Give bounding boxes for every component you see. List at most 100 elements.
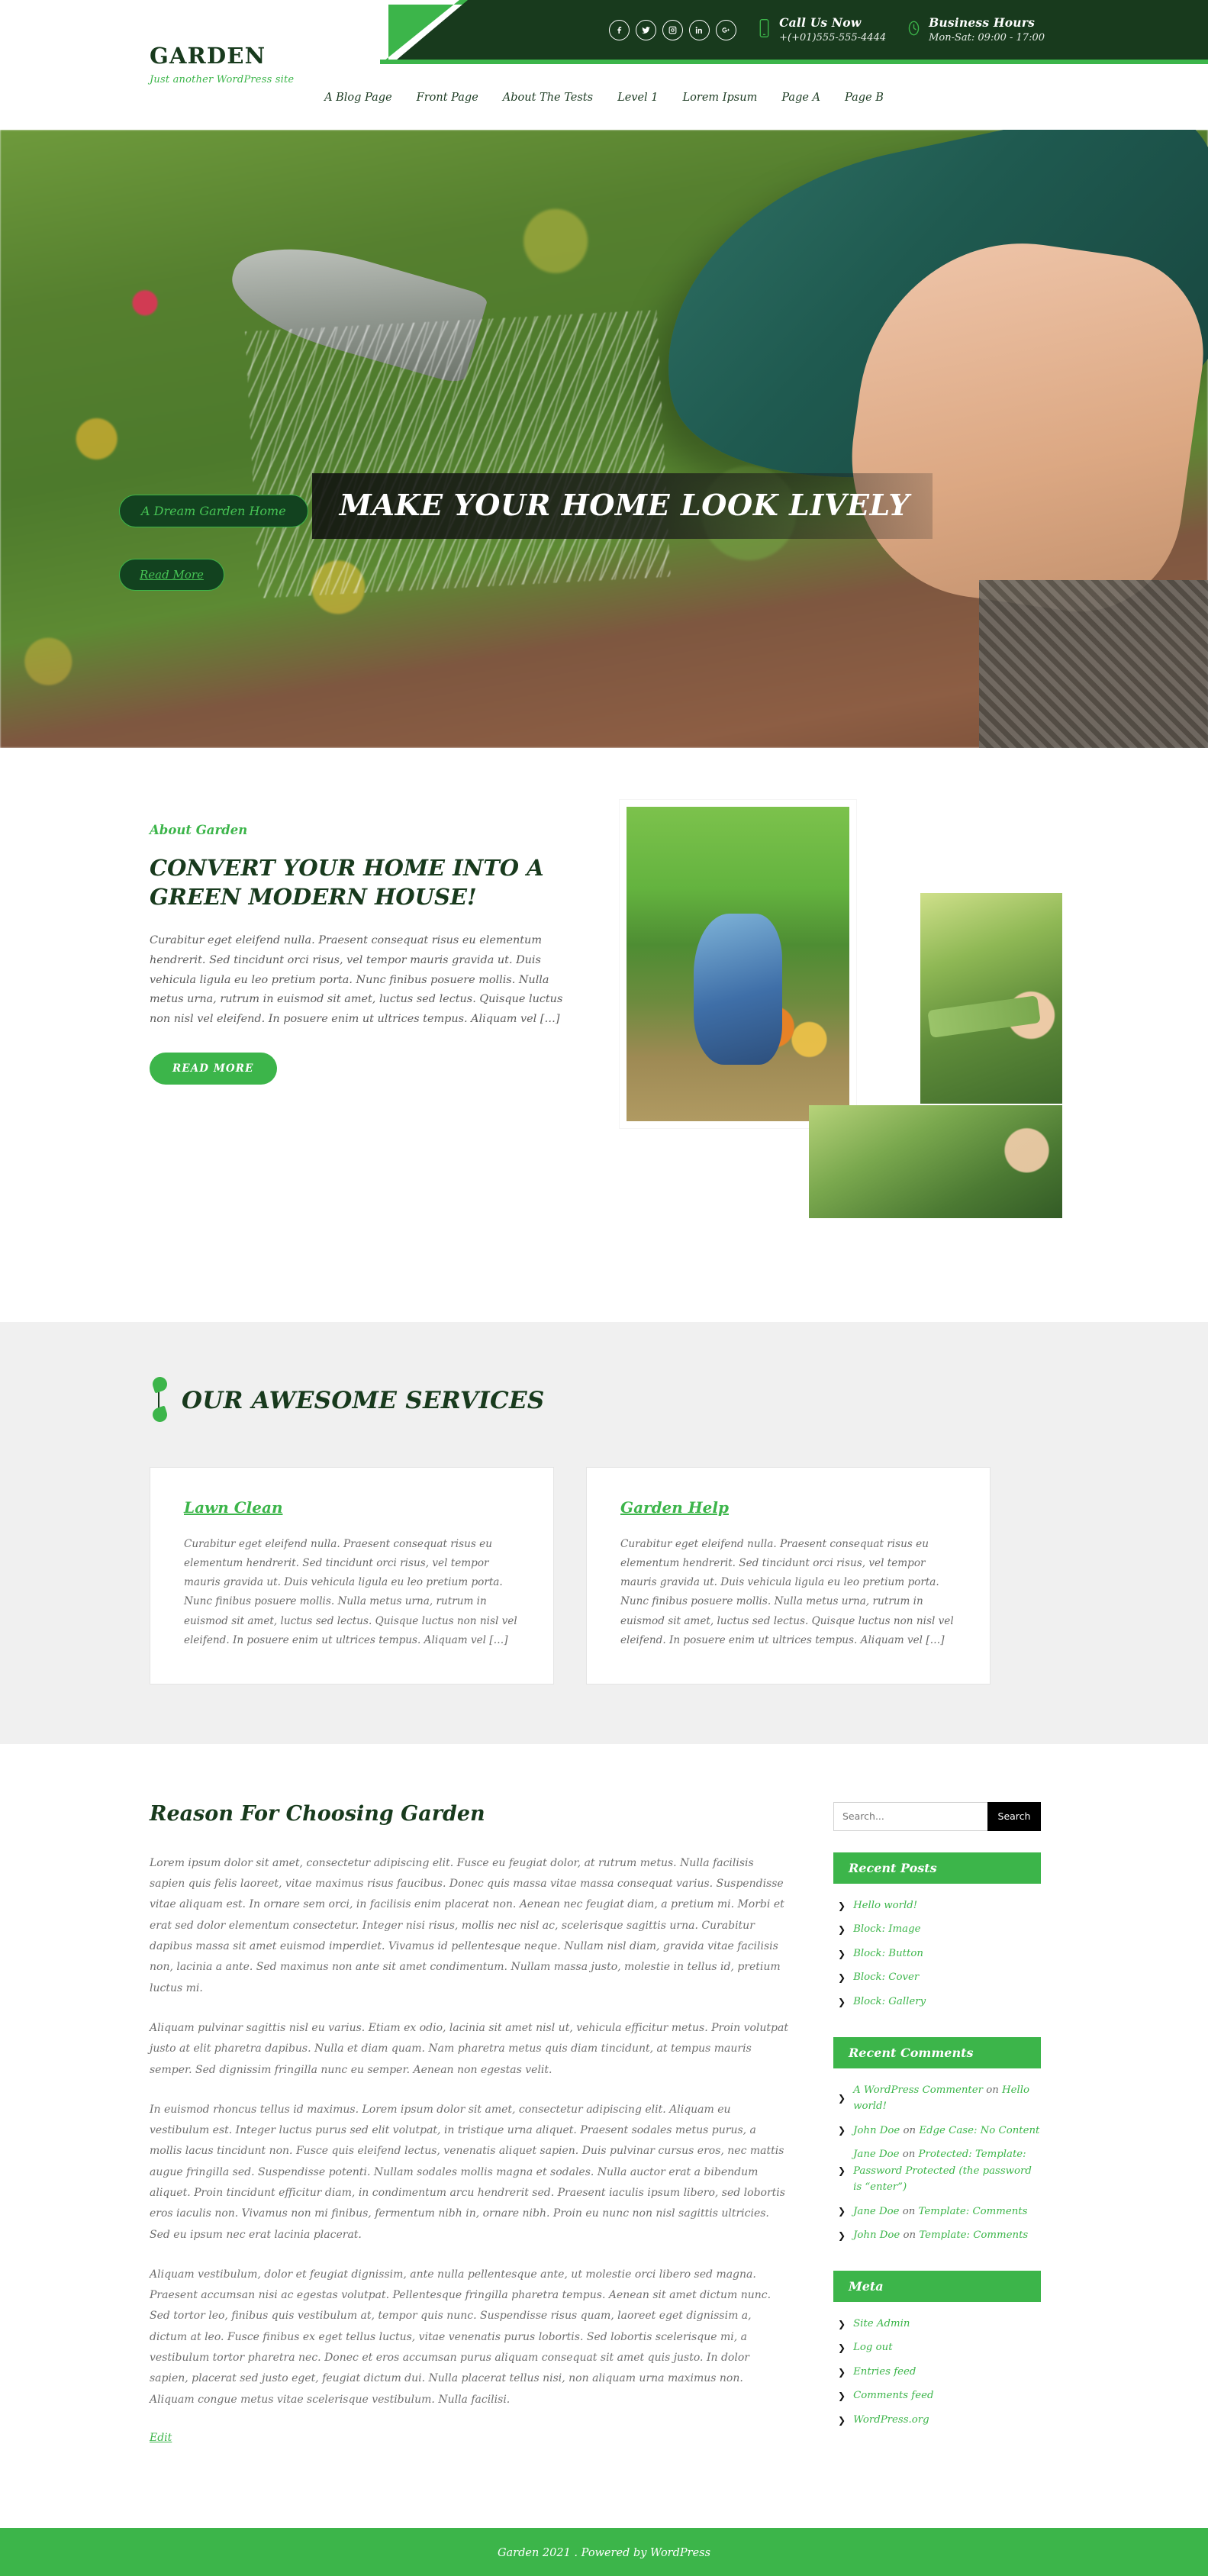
recent-post-link[interactable]: Block: Cover (853, 1969, 919, 1986)
list-item[interactable]: ❯ WordPress.org (833, 2408, 1041, 2433)
business-hours-title: Business Hours (929, 15, 1036, 30)
widget-title-meta: Meta (833, 2270, 1041, 2302)
edit-post-link[interactable]: Edit (150, 2432, 172, 2444)
google-plus-icon[interactable] (716, 19, 737, 40)
list-item[interactable]: ❯ Block: Cover (833, 1965, 1041, 1990)
widget-title-recent-posts: Recent Posts (833, 1852, 1041, 1884)
about-image-gardener (620, 800, 856, 1128)
list-item[interactable]: ❯ A WordPress Commenter on Hello world! (833, 2078, 1041, 2119)
clock-icon (906, 18, 922, 41)
recent-post-link[interactable]: Block: Image (853, 1921, 920, 1938)
search-form: Search (833, 1801, 1041, 1831)
facebook-icon[interactable] (609, 19, 630, 40)
nav-item-page-b[interactable]: Page B (845, 92, 884, 104)
nav-item-front-page[interactable]: Front Page (417, 92, 478, 104)
services-section: OUR AWESOME SERVICES Lawn Clean Curabitu… (0, 1322, 1208, 1744)
chevron-right-icon: ❯ (838, 2366, 846, 2378)
meta-link-entries-feed[interactable]: Entries feed (853, 2364, 916, 2381)
meta-link-wordpress-org[interactable]: WordPress.org (853, 2412, 929, 2429)
post-paragraph: In euismod rhoncus tellus id maximus. Lo… (150, 2103, 785, 2241)
list-item[interactable]: ❯ Block: Gallery (833, 1990, 1041, 2014)
instagram-icon[interactable] (662, 19, 684, 40)
site-branding[interactable]: GARDEN Just another WordPress site (150, 43, 294, 85)
chevron-right-icon: ❯ (838, 2093, 846, 2104)
post-paragraph: Lorem ipsum dolor sit amet, consectetur … (150, 1856, 784, 1994)
meta-link-site-admin[interactable]: Site Admin (853, 2316, 910, 2333)
nav-item-lorem-ipsum[interactable]: Lorem Ipsum (683, 92, 758, 104)
comment-author-link[interactable]: Jane Doe (853, 2206, 899, 2217)
nav-item-a-blog-page[interactable]: A Blog Page (324, 92, 392, 104)
list-item[interactable]: ❯ Log out (833, 2336, 1041, 2360)
page-root: Call Us Now +(+01)555-555-4444 Business … (0, 0, 1208, 2576)
meta-link-log-out[interactable]: Log out (853, 2339, 893, 2356)
comment-post-link[interactable]: Edge Case: No Content (919, 2125, 1039, 2136)
hero-background-image (0, 130, 1208, 748)
comment-on-text: on (899, 2205, 919, 2217)
list-item[interactable]: ❯ John Doe on Edge Case: No Content (833, 2119, 1041, 2143)
comment-on-text: on (900, 2229, 920, 2242)
blog-post: Reason For Choosing Garden Lorem ipsum d… (150, 1802, 791, 2455)
hero-badge: A Dream Garden Home (119, 495, 308, 527)
linkedin-icon[interactable] (689, 19, 710, 40)
widget-title-recent-comments: Recent Comments (833, 2036, 1041, 2068)
primary-navigation: A Blog Page Front Page About The Tests L… (0, 92, 1208, 104)
twitter-icon[interactable] (636, 19, 657, 40)
list-item[interactable]: ❯ Comments feed (833, 2384, 1041, 2408)
nav-item-about-the-tests[interactable]: About The Tests (503, 92, 593, 104)
search-button[interactable]: Search (987, 1801, 1041, 1831)
about-body: Curabitur eget eleifend nulla. Praesent … (150, 934, 563, 1025)
chevron-right-icon: ❯ (838, 2229, 846, 2241)
call-us-title: Call Us Now (779, 15, 862, 30)
service-title-garden-help[interactable]: Garden Help (620, 1498, 729, 1517)
hero-title: MAKE YOUR HOME LOOK LIVELY (339, 488, 910, 522)
list-item[interactable]: ❯ Block: Button (833, 1942, 1041, 1966)
fabric-texture (979, 580, 1208, 748)
recent-post-link[interactable]: Block: Button (853, 1946, 923, 1962)
chevron-right-icon: ❯ (838, 1996, 846, 2007)
list-item[interactable]: ❯ Hello world! (833, 1894, 1041, 1918)
list-item[interactable]: ❯ Site Admin (833, 2312, 1041, 2336)
about-section: About Garden CONVERT YOUR HOME INTO A GR… (0, 748, 1208, 1322)
comment-post-link[interactable]: Template: Comments (919, 2229, 1028, 2241)
site-title: GARDEN (150, 43, 266, 69)
list-item[interactable]: ❯ Entries feed (833, 2360, 1041, 2384)
about-read-more-button[interactable]: READ MORE (150, 1052, 277, 1085)
service-body-lawn-clean: Curabitur eget eleifend nulla. Praesent … (184, 1538, 517, 1646)
service-body-garden-help: Curabitur eget eleifend nulla. Praesent … (620, 1538, 954, 1646)
about-image-hose-bottom (809, 1105, 1062, 1218)
about-heading: CONVERT YOUR HOME INTO A GREEN MODERN HO… (150, 855, 544, 910)
list-item[interactable]: ❯ Block: Image (833, 1917, 1041, 1942)
comment-author-link[interactable]: John Doe (853, 2229, 900, 2241)
content-area: Reason For Choosing Garden Lorem ipsum d… (150, 1743, 1058, 2529)
business-hours-block: Business Hours Mon-Sat: 09:00 - 17:00 (906, 15, 1045, 44)
call-us-block[interactable]: Call Us Now +(+01)555-555-4444 (756, 15, 886, 44)
comment-post-link[interactable]: Template: Comments (919, 2206, 1028, 2217)
about-kicker: About Garden (150, 823, 248, 837)
comment-author-link[interactable]: Jane Doe (853, 2149, 899, 2160)
sidebar: Search Recent Posts ❯ Hello world! ❯ Block… (833, 1801, 1041, 2455)
comment-on-text: on (982, 2084, 1003, 2096)
list-item[interactable]: ❯ Jane Doe on Template: Comments (833, 2200, 1041, 2224)
widget-recent-posts: Recent Posts ❯ Hello world! ❯ Block: Image… (833, 1852, 1041, 2014)
hero-read-more-button[interactable]: Read More (119, 559, 224, 591)
service-title-lawn-clean[interactable]: Lawn Clean (184, 1498, 282, 1517)
recent-post-link[interactable]: Hello world! (853, 1897, 917, 1914)
list-item[interactable]: ❯ Jane Doe on Protected: Template: Passw… (833, 2142, 1041, 2200)
search-input[interactable] (833, 1801, 987, 1831)
comment-author-link[interactable]: A WordPress Commenter (853, 2084, 983, 2096)
chevron-right-icon: ❯ (838, 2414, 846, 2426)
site-header: GARDEN Just another WordPress site A Blo… (0, 43, 1208, 130)
comment-on-text: on (899, 2149, 919, 2161)
mobile-phone-icon (756, 18, 772, 41)
post-paragraph: Aliquam pulvinar sagittis nisl eu varius… (150, 2021, 788, 2076)
recent-post-link[interactable]: Block: Gallery (853, 1994, 926, 2010)
nav-item-page-a[interactable]: Page A (781, 92, 820, 104)
list-item[interactable]: ❯ John Doe on Template: Comments (833, 2223, 1041, 2248)
chevron-right-icon: ❯ (838, 2206, 846, 2217)
chevron-right-icon: ❯ (838, 2318, 846, 2329)
widget-recent-comments: Recent Comments ❯ A WordPress Commenter … (833, 2036, 1041, 2248)
about-image-hose-top (920, 893, 1062, 1104)
comment-author-link[interactable]: John Doe (853, 2125, 900, 2136)
meta-link-comments-feed[interactable]: Comments feed (853, 2387, 933, 2404)
nav-item-level-1[interactable]: Level 1 (617, 92, 658, 104)
